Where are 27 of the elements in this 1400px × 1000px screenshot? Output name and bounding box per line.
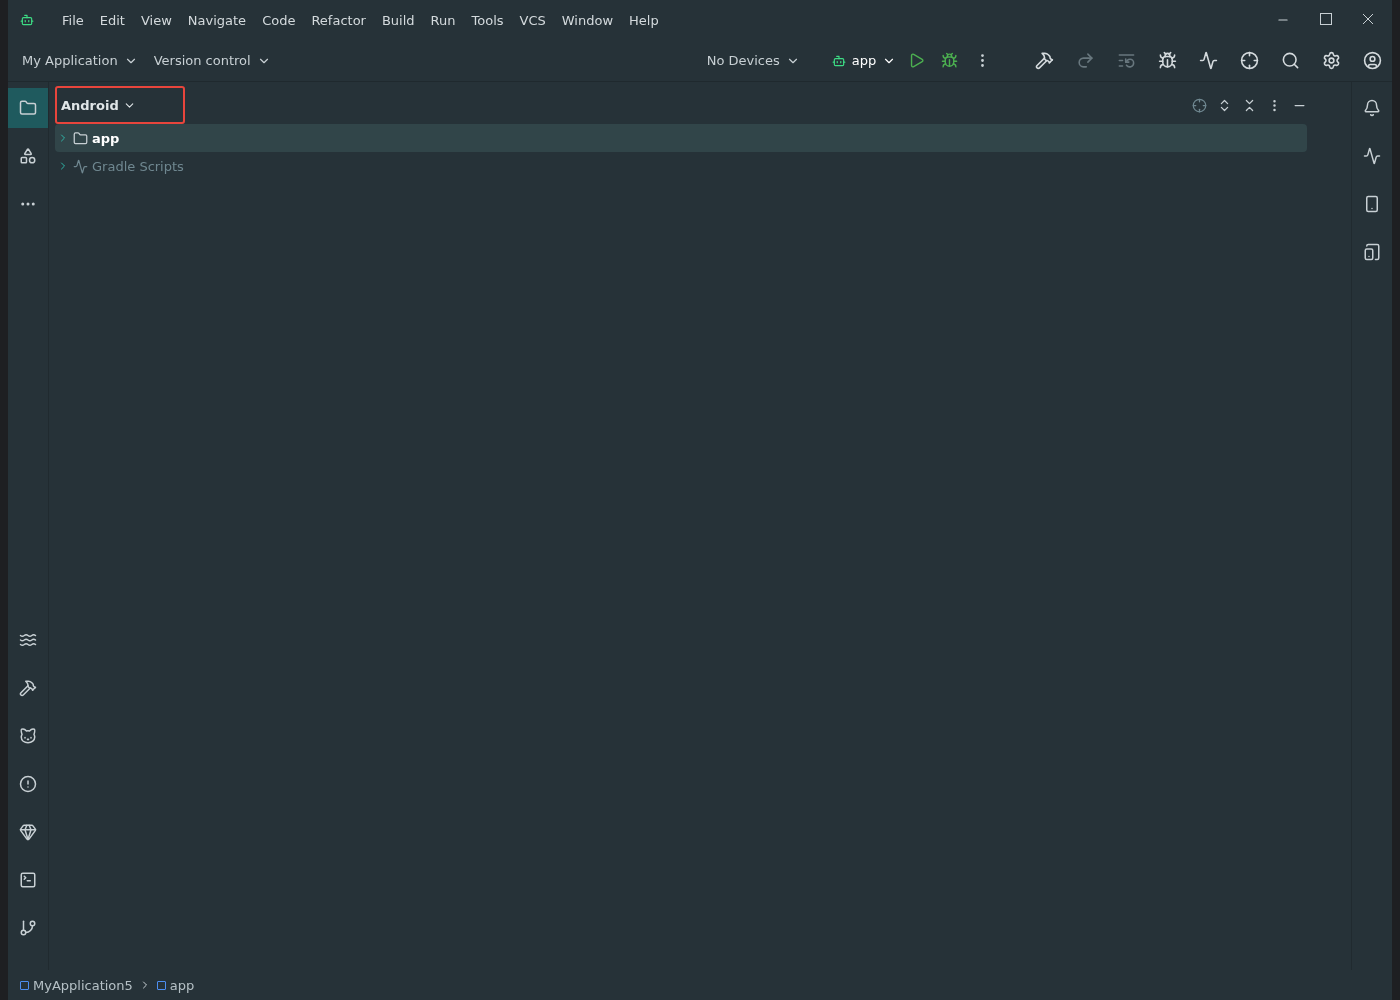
menu-item[interactable]: Code — [256, 8, 302, 32]
menu-item[interactable]: VCS — [513, 8, 552, 32]
menu-item[interactable]: File — [56, 8, 90, 32]
view-dropdown[interactable]: Android — [55, 86, 185, 124]
run-config-dropdown[interactable]: app — [823, 49, 905, 72]
folder-icon — [73, 130, 88, 146]
menu-item[interactable]: Run — [424, 8, 462, 32]
tree-item[interactable]: app — [55, 124, 1307, 152]
breadcrumb[interactable]: app — [156, 977, 195, 993]
menu-item[interactable]: View — [134, 8, 178, 32]
menu-item[interactable]: Edit — [93, 8, 131, 32]
menu-item[interactable]: Tools — [465, 8, 510, 32]
menu-item[interactable]: Build — [375, 8, 421, 32]
device-dropdown[interactable]: No Devices — [698, 49, 808, 72]
menu-item[interactable]: Window — [555, 8, 620, 32]
menu-item[interactable]: Navigate — [181, 8, 253, 32]
close-icon[interactable] — [1362, 13, 1374, 25]
android-icon — [831, 53, 846, 68]
maximize-icon[interactable] — [1320, 13, 1332, 25]
menu-item[interactable]: Help — [623, 8, 665, 32]
android-logo-icon — [20, 13, 34, 27]
folder-icon[interactable] — [8, 88, 48, 128]
locate-icon[interactable] — [1192, 97, 1207, 113]
breadcrumb[interactable]: MyApplication5 — [20, 977, 133, 993]
vcs-dropdown[interactable]: Version control — [145, 49, 279, 72]
menu-item[interactable]: Refactor — [305, 8, 372, 32]
project-dropdown[interactable]: My Application — [14, 49, 146, 72]
